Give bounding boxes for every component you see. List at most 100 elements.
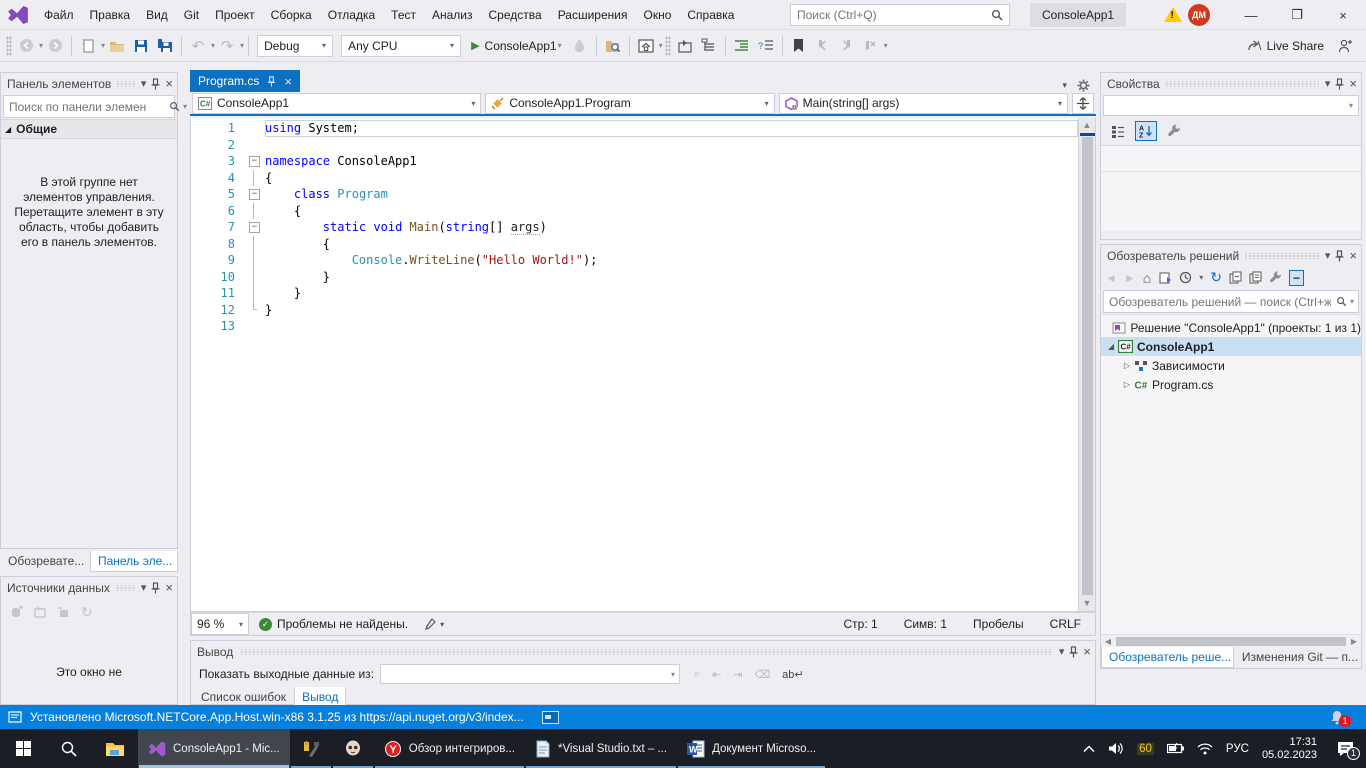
taskbar-clock[interactable]: 17:31 05.02.2023 [1262, 736, 1317, 762]
taskbar-search-button[interactable] [46, 729, 92, 768]
code-text[interactable]: class Program [265, 186, 1078, 203]
notification-warning-icon[interactable] [1164, 7, 1182, 23]
code-line[interactable]: 3 namespace ConsoleApp1 [191, 153, 1078, 170]
status-indent-mode[interactable]: Пробелы [973, 617, 1024, 631]
battery-icon[interactable] [1167, 743, 1184, 754]
close-icon[interactable]: × [165, 580, 173, 595]
navigate-forward-icon[interactable] [44, 34, 66, 58]
user-avatar[interactable]: ДМ [1188, 4, 1210, 26]
menu-item[interactable]: Расширения [550, 4, 636, 26]
line-number[interactable]: 1 [191, 120, 247, 137]
code-line[interactable]: 2 [191, 137, 1078, 154]
code-text[interactable]: static void Main(string[] args) [265, 219, 1078, 236]
refresh-icon[interactable]: ↻ [81, 604, 93, 621]
toolbox-options-dropdown[interactable]: ▾ [141, 77, 147, 90]
configure-data-source-icon[interactable] [33, 604, 47, 621]
line-number[interactable]: 11 [191, 285, 247, 302]
panel-drag-handle[interactable] [116, 585, 135, 591]
taskbar-task-visual-studio[interactable]: ConsoleApp1 - Mic... [138, 729, 290, 768]
pin-tab-icon[interactable] [267, 76, 276, 87]
data-sources-options-dropdown[interactable]: ▾ [141, 581, 147, 594]
taskbar-task-word[interactable]: W Документ Microso... [677, 729, 826, 768]
bookmark-icon[interactable] [788, 34, 810, 58]
code-line[interactable]: 8 { [191, 236, 1078, 253]
health-status-text[interactable]: Проблемы не найдены. [277, 617, 408, 631]
collapse-region-icon[interactable] [247, 186, 265, 203]
tree-item-program-cs[interactable]: ▷C#Program.cs [1101, 375, 1361, 394]
preview-selected-items-icon[interactable] [1249, 271, 1262, 284]
menu-item[interactable]: Тест [383, 4, 424, 26]
navigate-back-icon[interactable] [15, 34, 37, 58]
quick-search-box[interactable] [790, 4, 1010, 26]
scroll-left-icon[interactable]: ◀ [1101, 637, 1115, 646]
toolbox-group-header[interactable]: ◢ Общие [1, 119, 177, 139]
new-file-icon[interactable] [77, 34, 99, 58]
code-text[interactable]: namespace ConsoleApp1 [265, 153, 1078, 170]
pin-icon[interactable] [151, 78, 160, 90]
solution-explorer-home-icon[interactable] [635, 34, 657, 58]
line-number[interactable]: 3 [191, 153, 247, 170]
tree-item--consoleapp1-1-1-[interactable]: Решение "ConsoleApp1" (проекты: 1 из 1) [1101, 318, 1361, 337]
wifi-icon[interactable] [1197, 743, 1213, 755]
quick-search-input[interactable] [791, 8, 985, 22]
solution-configuration-combo[interactable]: Debug▾ [257, 35, 333, 57]
code-text[interactable]: { [265, 203, 1078, 220]
new-file-dropdown[interactable]: ▾ [101, 41, 105, 50]
tab-program-cs[interactable]: Program.cs × [190, 70, 300, 92]
refresh-icon[interactable]: ↻ [1210, 269, 1222, 286]
code-text[interactable]: { [265, 236, 1078, 253]
taskbar-task-yandex-browser[interactable]: Y Обзор интегриров... [374, 729, 525, 768]
zoom-level-combo[interactable]: 96 %▾ [191, 613, 249, 635]
add-data-source-icon[interactable] [9, 604, 23, 621]
tree-item--[interactable]: ▷Зависимости [1101, 356, 1361, 375]
line-number[interactable]: 9 [191, 252, 247, 269]
undo-dropdown[interactable]: ▾ [211, 41, 215, 50]
toolbar-overflow-dropdown[interactable]: ▾ [884, 41, 888, 50]
previous-bookmark-icon[interactable] [812, 34, 834, 58]
menu-item[interactable]: Справка [679, 4, 742, 26]
send-feedback-icon[interactable] [1338, 39, 1352, 53]
search-options-dropdown[interactable]: ▾ [1350, 297, 1358, 306]
close-tab-icon[interactable]: × [284, 74, 292, 89]
start-button[interactable] [0, 729, 46, 768]
tree-expander-icon[interactable]: ◢ [1105, 342, 1117, 351]
save-all-icon[interactable] [154, 34, 176, 58]
filter-dropdown[interactable]: ▾ [1199, 273, 1203, 282]
scroll-down-icon[interactable]: ▼ [1083, 596, 1092, 611]
hot-reload-icon[interactable] [569, 34, 591, 58]
code-line[interactable]: 9 Console.WriteLine("Hello World!"); [191, 252, 1078, 269]
output-options-dropdown[interactable]: ▾ [1059, 645, 1065, 658]
navigate-back-dropdown[interactable]: ▾ [39, 41, 43, 50]
scrollbar-thumb[interactable] [1116, 637, 1346, 646]
line-number[interactable]: 12 [191, 302, 247, 319]
tray-chevron-icon[interactable] [1083, 745, 1095, 753]
code-text[interactable]: { [265, 170, 1078, 187]
tab-git-changes[interactable]: Изменения Git — п... [1234, 647, 1361, 668]
redo-dropdown[interactable]: ▾ [240, 41, 244, 50]
line-number[interactable]: 13 [191, 318, 247, 335]
property-pages-wrench-icon[interactable] [1163, 121, 1185, 141]
properties-object-combo[interactable]: ▾ [1103, 95, 1359, 116]
code-text[interactable]: } [265, 285, 1078, 302]
menu-item[interactable]: Отладка [320, 4, 383, 26]
code-line[interactable]: 12} [191, 302, 1078, 319]
code-text[interactable] [265, 137, 1078, 154]
solution-explorer-options-dropdown[interactable]: ▾ [1325, 249, 1331, 262]
status-line-endings[interactable]: CRLF [1050, 617, 1081, 631]
tab-solution-explorer[interactable]: Обозреватель реше... [1101, 647, 1234, 668]
solution-search-box[interactable]: ▾ [1103, 290, 1359, 313]
split-editor-button[interactable] [1072, 93, 1094, 114]
find-message-icon[interactable]: ⌕ [694, 668, 700, 681]
menu-item[interactable]: Сборка [263, 4, 320, 26]
type-dropdown[interactable]: ConsoleApp1.Program▾ [485, 93, 774, 114]
properties-options-dropdown[interactable]: ▾ [1325, 77, 1331, 90]
close-icon[interactable]: × [1083, 644, 1091, 659]
forward-icon[interactable]: ► [1124, 271, 1136, 285]
tree-item-consoleapp1[interactable]: ◢C#ConsoleApp1 [1101, 337, 1361, 356]
search-icon[interactable] [169, 101, 183, 112]
tab-server-explorer[interactable]: Обозревате... [0, 551, 90, 572]
line-number[interactable]: 4 [191, 170, 247, 187]
line-number[interactable]: 5 [191, 186, 247, 203]
console-window-icon[interactable] [542, 711, 559, 724]
menu-item[interactable]: Git [176, 4, 207, 26]
